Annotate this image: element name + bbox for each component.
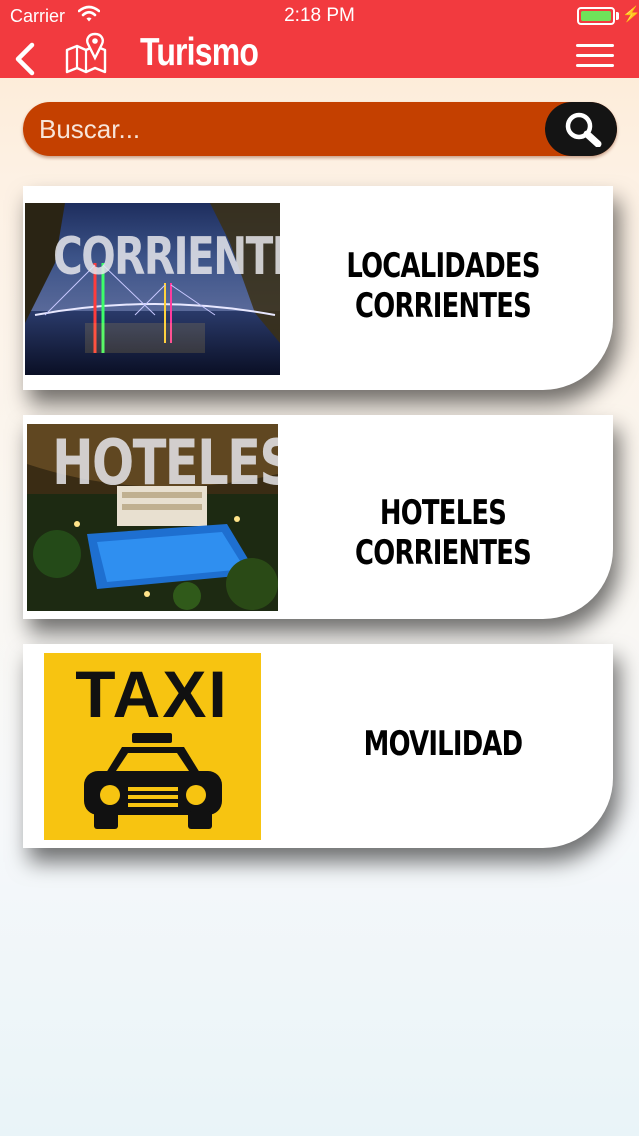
card-movilidad[interactable]: TAXI MOVILIDAD <box>23 644 613 848</box>
corrientes-image: CORRIENTES <box>25 203 280 375</box>
hotel-image: HOTELES <box>27 424 278 611</box>
card-hoteles[interactable]: HOTELES HOTELES CORRIENTES <box>23 415 613 619</box>
image-caption: HOTELES <box>52 426 278 499</box>
search-bar <box>23 102 617 156</box>
status-bar: Carrier 2:18 PM ⚡ <box>0 0 639 32</box>
taxi-sign-text: TAXI <box>75 657 228 731</box>
magnifier-icon <box>565 112 602 147</box>
back-chevron-icon[interactable] <box>10 40 40 76</box>
taxi-image: TAXI <box>44 653 261 840</box>
card-label: MOVILIDAD <box>363 724 524 764</box>
card-label: HOTELES CORRIENTES <box>355 493 532 573</box>
battery-icon <box>577 7 615 25</box>
hamburger-menu-icon[interactable] <box>576 44 614 68</box>
charging-bolt-icon: ⚡ <box>622 6 639 23</box>
search-input[interactable] <box>23 102 553 156</box>
card-localidades[interactable]: CORRIENTES LOCALIDADES CORRIENTES <box>23 186 613 390</box>
navigation-bar: Carrier 2:18 PM ⚡ Turismo <box>0 0 639 78</box>
image-caption: CORRIENTES <box>53 227 280 287</box>
search-button[interactable] <box>545 102 617 156</box>
page-title: Turismo <box>140 31 259 74</box>
clock: 2:18 PM <box>284 5 355 26</box>
map-pin-icon <box>65 32 107 74</box>
card-label: LOCALIDADES CORRIENTES <box>346 246 540 326</box>
